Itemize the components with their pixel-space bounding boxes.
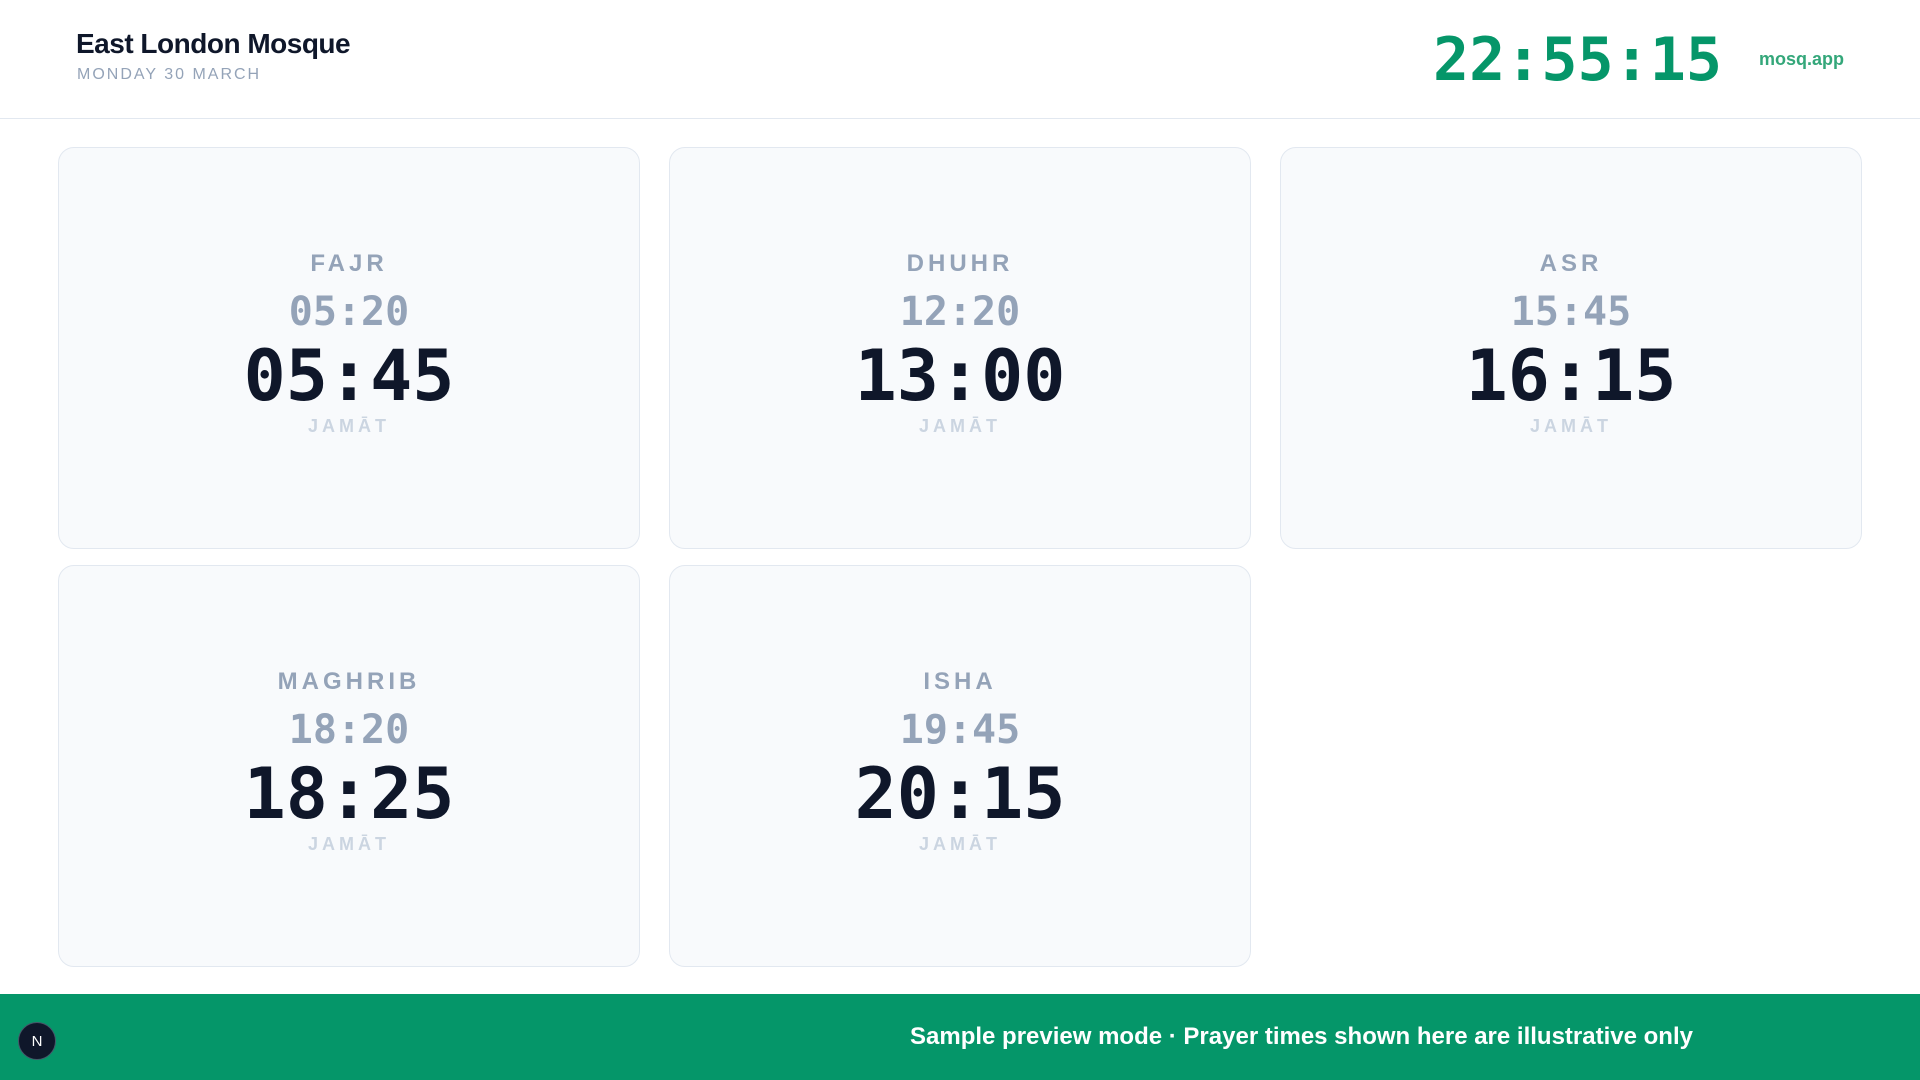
prayer-card-dhuhr: DHUHR 12:20 13:00 JAMĀT — [669, 147, 1251, 549]
prayer-name: FAJR — [310, 249, 388, 277]
prayer-jamat-time: 05:45 — [243, 334, 455, 417]
prayer-name: DHUHR — [906, 249, 1014, 277]
prayer-jamat-time: 13:00 — [854, 334, 1066, 417]
current-time-clock: 22:55:15 — [1433, 25, 1722, 95]
prayer-start-time: 12:20 — [899, 288, 1021, 335]
prayer-start-time: 19:45 — [899, 706, 1021, 753]
prayer-jamat-time: 16:15 — [1465, 334, 1677, 417]
prayer-name: ASR — [1539, 249, 1603, 277]
prayer-name: MAGHRIB — [277, 667, 421, 695]
prayer-card-asr: ASR 15:45 16:15 JAMĀT — [1280, 147, 1862, 549]
mosque-name: East London Mosque — [76, 28, 351, 59]
jamat-label: JAMĀT — [919, 833, 1001, 854]
prayer-jamat-time: 18:25 — [243, 752, 455, 835]
dev-tools-badge[interactable]: N — [18, 1022, 56, 1060]
prayer-start-time: 15:45 — [1510, 288, 1632, 335]
preview-mode-message: Sample preview mode · Prayer times shown… — [910, 1023, 1693, 1050]
prayer-jamat-time: 20:15 — [854, 752, 1066, 835]
jamat-label: JAMĀT — [308, 415, 390, 436]
prayer-start-time: 18:20 — [288, 706, 410, 753]
footer-banner: Sample preview mode · Prayer times shown… — [0, 994, 1920, 1080]
prayer-card-isha: ISHA 19:45 20:15 JAMĀT — [669, 565, 1251, 967]
prayer-start-time: 05:20 — [288, 288, 410, 335]
prayer-card-fajr: FAJR 05:20 05:45 JAMĀT — [58, 147, 640, 549]
header-bar: East London Mosque MONDAY 30 MARCH 22:55… — [0, 0, 1920, 119]
prayer-name: ISHA — [923, 667, 997, 695]
jamat-label: JAMĀT — [1530, 415, 1612, 436]
prayer-times-grid: FAJR 05:20 05:45 JAMĀT DHUHR 12:20 13:00… — [58, 147, 1862, 967]
jamat-label: JAMĀT — [308, 833, 390, 854]
date-label: MONDAY 30 MARCH — [77, 66, 262, 83]
prayer-card-maghrib: MAGHRIB 18:20 18:25 JAMĀT — [58, 565, 640, 967]
brand-link[interactable]: mosq.app — [1759, 49, 1844, 70]
jamat-label: JAMĀT — [919, 415, 1001, 436]
